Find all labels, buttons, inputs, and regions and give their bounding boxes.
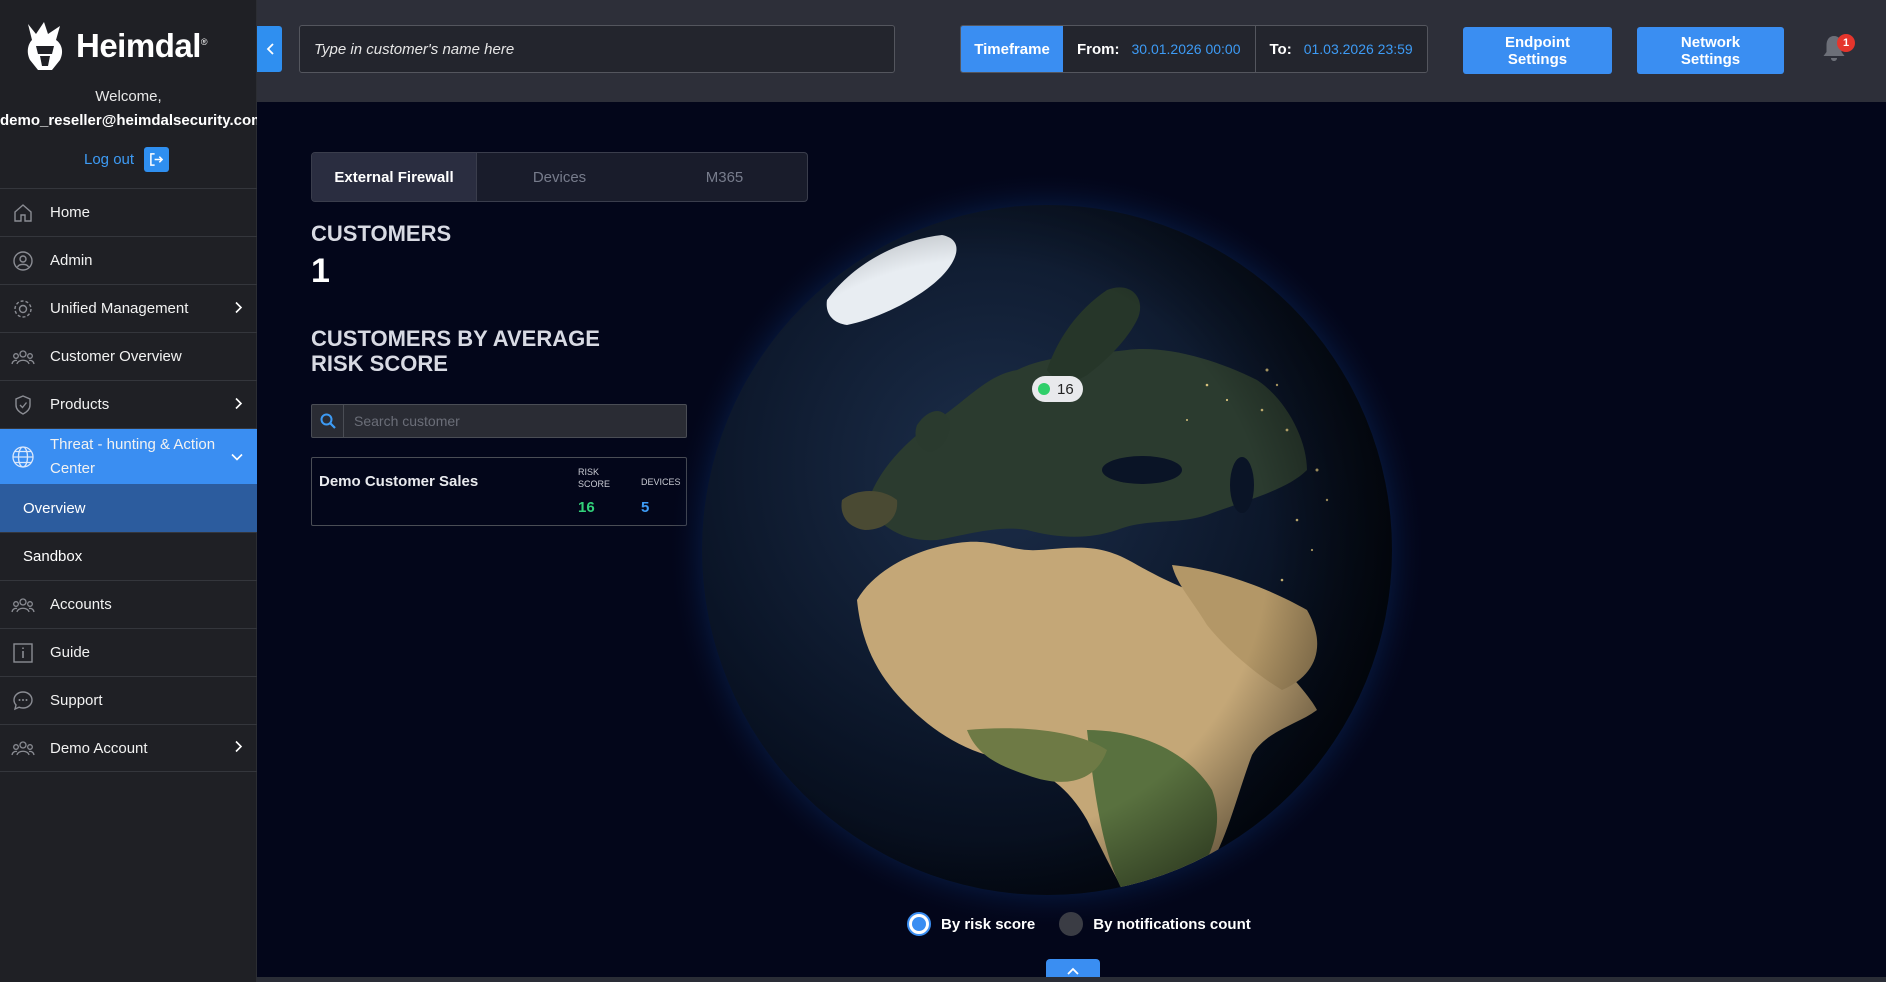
users-icon [11,736,35,760]
timeframe-button[interactable]: Timeframe [961,26,1063,72]
chevron-up-icon [1067,967,1079,975]
sidebar-subitem-overview[interactable]: Overview [0,484,257,532]
map-marker-risk[interactable]: 16 [1032,376,1083,402]
users-icon [11,593,35,617]
sidebar-nav: Home Admin Unified Management Customer O… [0,188,257,772]
chevron-right-icon [235,396,243,413]
user-email: demo_reseller@heimdalsecurity.com [0,112,265,129]
chevron-right-icon [235,740,243,757]
chevron-right-icon [235,300,243,317]
sidebar-item-label: Home [50,204,91,221]
radio-label: By notifications count [1093,915,1251,933]
sidebar-item-label: Accounts [50,596,112,613]
radio-selected-indicator [907,912,931,936]
customers-count: 1 [311,252,330,290]
gear-icon [11,297,35,321]
risk-score-heading: CUSTOMERS BY AVERAGE RISK SCORE [311,326,600,376]
to-value: 01.03.2026 23:59 [1303,41,1413,57]
to-date-field[interactable]: To: 01.03.2026 23:59 [1254,26,1427,72]
bottom-divider [257,977,1886,982]
shield-check-icon [11,393,35,417]
to-label: To: [1269,40,1292,58]
risk-score-value: 16 [578,499,595,516]
sidebar-item-label: Threat - hunting & Action Center [50,435,216,477]
endpoint-settings-button[interactable]: Endpoint Settings [1463,27,1612,74]
sidebar-item-unified-management[interactable]: Unified Management [0,284,257,332]
sidebar-item-support[interactable]: Support [0,676,257,724]
sidebar-subitem-sandbox[interactable]: Sandbox [0,532,257,580]
from-date-field[interactable]: From: 30.01.2026 00:00 [1063,26,1255,72]
search-customer-input[interactable] [344,413,686,429]
customer-search-input[interactable] [299,25,895,73]
chat-icon [11,689,35,713]
sidebar-item-customer-overview[interactable]: Customer Overview [0,332,257,380]
users-icon [11,345,35,369]
from-label: From: [1077,40,1120,58]
tab-external-firewall[interactable]: External Firewall [312,153,477,201]
status-dot [1038,383,1050,395]
sidebar-item-accounts[interactable]: Accounts [0,580,257,628]
chevron-down-icon [231,448,243,465]
world-globe-map[interactable] [667,170,1427,930]
sidebar-item-demo-account[interactable]: Demo Account [0,724,257,772]
sidebar-item-label: Support [50,692,103,709]
customer-filter [311,404,687,438]
globe-icon [11,445,35,469]
radio-by-risk-score[interactable]: By risk score [907,912,1035,936]
sidebar-item-admin[interactable]: Admin [0,236,257,284]
sidebar-item-label: Demo Account [50,739,148,757]
sidebar-item-label: Guide [50,644,91,661]
collapse-sidebar-button[interactable] [257,26,282,72]
sidebar-item-label: Unified Management [50,300,189,317]
timeframe-selector: Timeframe From: 30.01.2026 00:00 To: 01.… [960,25,1428,73]
tab-devices[interactable]: Devices [477,153,642,201]
search-icon [312,405,344,437]
sidebar-item-label: Customer Overview [50,348,182,365]
marker-value: 16 [1057,380,1074,398]
viking-helmet-icon [27,22,63,70]
admin-shield-icon [11,249,35,273]
sidebar-item-label: Products [50,396,110,413]
welcome-text: Welcome, [95,88,162,105]
customers-heading: CUSTOMERS [311,221,452,246]
info-icon [11,641,35,665]
customer-card[interactable]: Demo Customer Sales RISK SCORE DEVICES 16… [311,457,687,526]
sidebar-item-products[interactable]: Products [0,380,257,428]
from-value: 30.01.2026 00:00 [1131,41,1241,57]
risk-score-header: RISK SCORE [578,467,611,489]
radio-label: By risk score [941,915,1036,933]
main-content: External Firewall Devices M365 CUSTOMERS… [257,102,1886,982]
sidebar-item-label: Admin [50,252,93,269]
radio-by-notifications-count[interactable]: By notifications count [1059,912,1251,936]
top-bar: Timeframe From: 30.01.2026 00:00 To: 01.… [257,0,1886,102]
devices-value: 5 [641,499,650,516]
customer-name: Demo Customer Sales [319,473,479,490]
sidebar: Heimdal® Welcome, demo_reseller@heimdals… [0,0,265,982]
sidebar-item-home[interactable]: Home [0,188,257,236]
logout-label: Log out [84,151,135,168]
logout-icon [144,147,170,172]
sidebar-item-threat-hunting[interactable]: Threat - hunting & Action Center [0,428,257,484]
map-view-options: By risk score By notifications count [907,912,1251,936]
radio-unselected-indicator [1059,912,1084,936]
network-settings-button[interactable]: Network Settings [1637,27,1784,74]
sidebar-item-guide[interactable]: Guide [0,628,257,676]
heimdal-logo[interactable]: Heimdal® [22,20,208,72]
chevron-left-icon [266,43,274,55]
logout-link[interactable]: Log out [84,147,170,172]
notification-badge: 1 [1837,34,1855,52]
brand-name: Heimdal® [76,27,208,64]
home-icon [11,201,35,225]
